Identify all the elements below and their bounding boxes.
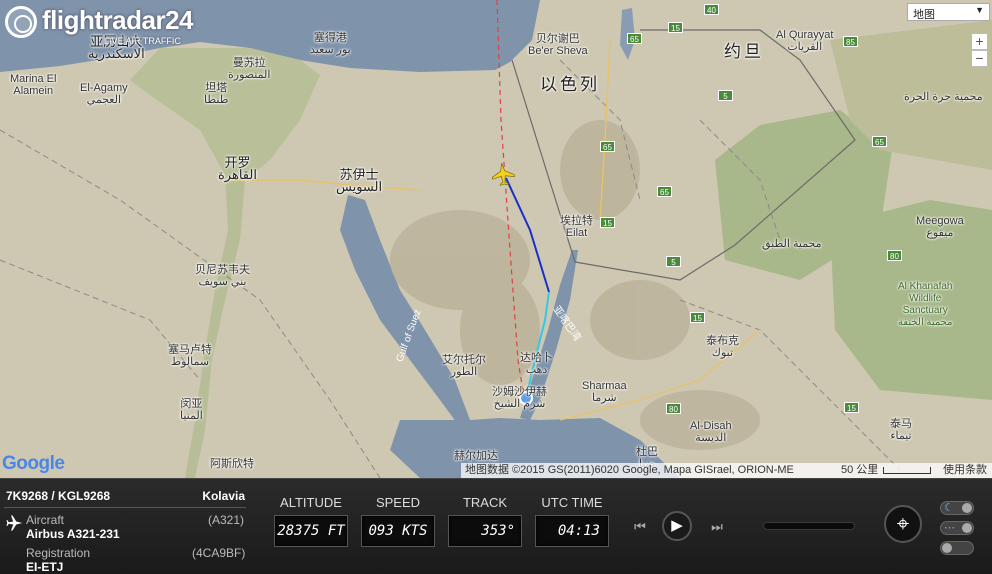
- track-gauge: TRACK 353°: [447, 479, 523, 547]
- toggle-knob: [962, 503, 972, 513]
- label-dahab: 达哈卜 دهب: [520, 352, 553, 376]
- label-tanta: 坦塔 طنطا: [204, 82, 229, 106]
- road-sign: 65: [872, 136, 887, 147]
- label-eilat: 埃拉特 Eilat: [560, 215, 593, 239]
- utc-time-value: 04:13: [535, 515, 609, 547]
- track-label: TRACK: [462, 495, 508, 510]
- label-benisuef: 贝尼苏韦夫 بني سويف: [195, 264, 250, 288]
- label-harrah: محمية حرة الحرة: [904, 91, 983, 103]
- utc-time-label: UTC TIME: [541, 495, 603, 510]
- toggle-knob: [962, 523, 972, 533]
- label-alkhanafah: Al Khanafah Wildlife Sanctuary محمية الخنفة: [898, 281, 953, 328]
- speed-value: 093 KTS: [361, 515, 435, 547]
- road-sign: 65: [600, 141, 615, 152]
- road-sign: 15: [844, 402, 859, 413]
- label-jordan: 约旦: [724, 42, 764, 61]
- fast-forward-button[interactable]: ⏭: [703, 516, 731, 538]
- label-marina: Marina El Alamein: [10, 73, 57, 97]
- divider: [4, 507, 246, 508]
- map-type-value: 地图: [913, 9, 935, 21]
- road-sign: 15: [668, 22, 683, 33]
- road-sign: 65: [657, 186, 672, 197]
- toggle-knob: [942, 543, 952, 553]
- google-logo[interactable]: Google: [2, 453, 65, 475]
- scale-label: 50 公里: [841, 464, 879, 476]
- zoom-out-button[interactable]: −: [971, 50, 988, 67]
- playback-slider[interactable]: [763, 522, 855, 530]
- label-qurayyat: Al Qurayyat القريات: [776, 29, 834, 53]
- radar-logo-icon: [5, 6, 37, 38]
- road-sign: 85: [843, 36, 858, 47]
- airplane-icon: [6, 515, 23, 531]
- attribution-text: 地图数据 ©2015 GS(2011)6020 Google, Mapa GIS…: [465, 464, 794, 476]
- label-hurghada: 赫尔加达: [454, 450, 498, 462]
- aircraft-type: Airbus A321-231: [26, 527, 120, 541]
- terms-link[interactable]: 使用条款: [943, 463, 987, 478]
- airline-name: Kolavia: [202, 489, 245, 503]
- road-sign: 80: [666, 403, 681, 414]
- crosshair-icon: ⌖: [896, 511, 910, 536]
- label-aldisah: Al-Disah الديسة: [690, 420, 732, 444]
- utc-time-gauge: UTC TIME 04:13: [534, 479, 610, 547]
- label-beersheva: 贝尔谢巴 Be'er Sheva: [528, 33, 588, 57]
- track-value: 353°: [448, 515, 522, 547]
- road-sign: 65: [627, 33, 642, 44]
- label-tabuk: 泰布克 تبوك: [706, 335, 739, 359]
- label-minya: 闵亚 المنيا: [180, 398, 203, 422]
- label-elagamy: El-Agamy العجمي: [80, 82, 128, 106]
- road-sign: 5: [718, 90, 733, 101]
- road-sign: 15: [600, 217, 615, 228]
- label-samalut: 塞马卢特 سمالوط: [168, 344, 212, 368]
- night-mode-toggle[interactable]: ☾: [940, 501, 974, 515]
- scale-bar: [883, 467, 931, 474]
- flightradar24-logo[interactable]: flightradar24 LIVE AIR TRAFFIC: [2, 2, 202, 50]
- label-assiut: 阿斯欣特: [210, 458, 254, 470]
- flight-info-panel: 7K9268 / KGL9268 Kolavia Aircraft (A321)…: [0, 478, 992, 574]
- trail-toggle[interactable]: ⋯: [940, 521, 974, 535]
- label-israel: 以色列: [540, 75, 600, 94]
- registration-code: (4CA9BF): [192, 546, 246, 560]
- label-portsaid: 塞得港 بور سعيد: [310, 32, 351, 56]
- label-suez: 苏伊士 السويس: [336, 167, 383, 194]
- altitude-value: 28375 FT: [274, 515, 348, 547]
- registration-label: Registration: [26, 546, 91, 560]
- label-tubaiq: محمية الطبق: [762, 238, 822, 250]
- label-meegowa: Meegowa ميقوع: [916, 215, 964, 239]
- trail-icon: ⋯: [944, 522, 955, 534]
- label-taima: 泰马 تيماء: [890, 418, 912, 442]
- road-sign: 40: [704, 4, 719, 15]
- speed-label: SPEED: [375, 495, 421, 510]
- label-mansoura: 曼苏拉 المنصورة: [228, 57, 271, 81]
- google-logo-text: Google: [2, 453, 65, 474]
- label-altor: 艾尔托尔 الطور: [442, 354, 486, 378]
- road-sign: 80: [887, 250, 902, 261]
- map-attribution-bar: 地图数据 ©2015 GS(2011)6020 Google, Mapa GIS…: [461, 463, 992, 478]
- road-sign: 5: [666, 256, 681, 267]
- label-sharm: 沙姆沙伊赫 شرم الشيخ: [492, 386, 547, 410]
- play-button[interactable]: ▶: [662, 511, 692, 541]
- aircraft-code: (A321): [208, 513, 245, 527]
- chart-toggle[interactable]: ▮: [940, 541, 974, 555]
- altitude-label: ALTITUDE: [280, 495, 342, 510]
- altitude-gauge: ALTITUDE 28375 FT: [273, 479, 349, 547]
- chevron-down-icon: ▼: [975, 5, 984, 15]
- center-aircraft-button[interactable]: ⌖: [884, 505, 922, 543]
- aircraft-label: Aircraft: [26, 513, 65, 527]
- aircraft-info: 7K9268 / KGL9268 Kolavia Aircraft (A321)…: [0, 479, 250, 574]
- flight-callsign: 7K9268 / KGL9268: [6, 489, 111, 503]
- label-sharmaa: Sharmaa شرما: [582, 380, 627, 404]
- label-cairo: 开罗 القاهرة: [218, 155, 257, 182]
- registration-value: EI-ETJ: [26, 560, 64, 574]
- moon-icon: ☾: [944, 502, 954, 514]
- road-sign: 15: [690, 312, 705, 323]
- logo-text: flightradar24: [42, 5, 194, 35]
- map-type-select[interactable]: 地图 ▼: [907, 3, 990, 21]
- speed-gauge: SPEED 093 KTS: [360, 479, 436, 547]
- flight-map[interactable]: 亚历山大 الاسكندرية Marina El Alamein El-Agamy…: [0, 0, 992, 478]
- zoom-in-button[interactable]: +: [971, 33, 988, 50]
- rewind-button[interactable]: ⏮: [626, 516, 654, 538]
- logo-tagline: LIVE AIR TRAFFIC: [104, 36, 181, 46]
